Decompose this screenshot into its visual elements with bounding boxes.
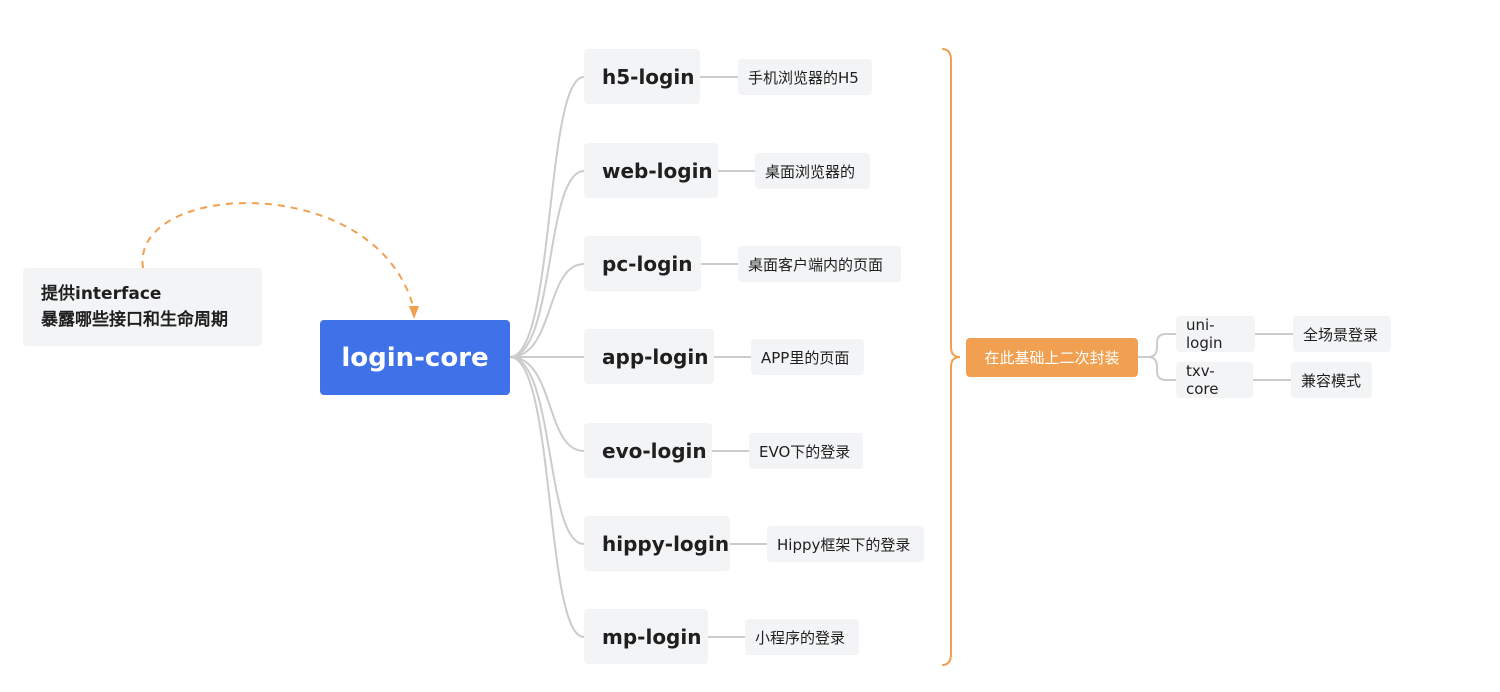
derived-label: uni-login: [1186, 316, 1223, 352]
desc-evo-login[interactable]: EVO下的登录: [749, 433, 863, 469]
branch-label: web-login: [602, 158, 713, 183]
connector-summary-uni: [1138, 333, 1176, 358]
branch-hippy-login[interactable]: hippy-login: [584, 516, 730, 571]
derived-txv-core[interactable]: txv-core: [1176, 362, 1253, 398]
branch-label: hippy-login: [602, 531, 730, 556]
desc-label: EVO下的登录: [759, 442, 851, 461]
note-line-1: 提供interface: [41, 284, 162, 304]
root-label: login-core: [341, 342, 489, 373]
desc-hippy-login[interactable]: Hippy框架下的登录: [767, 526, 924, 562]
summary-bracket: [941, 48, 961, 666]
note-line-2: 暴露哪些接口和生命周期: [41, 310, 228, 330]
connector-root-web: [509, 170, 585, 358]
derived-desc-label: 兼容模式: [1301, 371, 1362, 390]
connector-summary-txv: [1147, 356, 1176, 381]
interface-note[interactable]: 提供interface 暴露哪些接口和生命周期: [23, 268, 262, 346]
desc-label: 小程序的登录: [755, 628, 846, 647]
derived-label: txv-core: [1186, 362, 1219, 398]
connector-root-hippy: [509, 356, 585, 545]
desc-label: 手机浏览器的H5: [748, 68, 859, 87]
desc-label: Hippy框架下的登录: [777, 535, 911, 554]
summary-node[interactable]: 在此基础上二次封装: [966, 338, 1138, 377]
desc-label: 桌面浏览器的: [765, 162, 856, 181]
branch-label: evo-login: [602, 438, 707, 463]
desc-web-login[interactable]: 桌面浏览器的: [755, 153, 870, 189]
note-arrowhead: [409, 306, 419, 319]
summary-label: 在此基础上二次封装: [984, 349, 1120, 367]
branch-label: app-login: [602, 344, 709, 369]
branch-pc-login[interactable]: pc-login: [584, 236, 701, 291]
branch-app-login[interactable]: app-login: [584, 329, 714, 384]
derived-desc-uni-login[interactable]: 全场景登录: [1293, 316, 1391, 352]
derived-desc-txv-core[interactable]: 兼容模式: [1291, 362, 1372, 398]
branch-label: h5-login: [602, 64, 695, 89]
connector-layer: [141, 48, 1293, 666]
derived-desc-label: 全场景登录: [1303, 325, 1379, 344]
branch-mp-login[interactable]: mp-login: [584, 609, 708, 664]
branch-evo-login[interactable]: evo-login: [584, 423, 712, 478]
desc-pc-login[interactable]: 桌面客户端内的页面: [738, 246, 901, 282]
desc-label: 桌面客户端内的页面: [748, 255, 884, 274]
branch-h5-login[interactable]: h5-login: [584, 49, 700, 104]
branch-web-login[interactable]: web-login: [584, 143, 718, 198]
root-node[interactable]: login-core: [320, 320, 510, 395]
branch-label: pc-login: [602, 251, 693, 276]
desc-app-login[interactable]: APP里的页面: [751, 339, 864, 375]
desc-h5-login[interactable]: 手机浏览器的H5: [738, 59, 872, 95]
derived-uni-login[interactable]: uni-login: [1176, 316, 1255, 352]
desc-mp-login[interactable]: 小程序的登录: [745, 619, 859, 655]
desc-label: APP里的页面: [761, 348, 850, 367]
branch-label: mp-login: [602, 624, 702, 649]
